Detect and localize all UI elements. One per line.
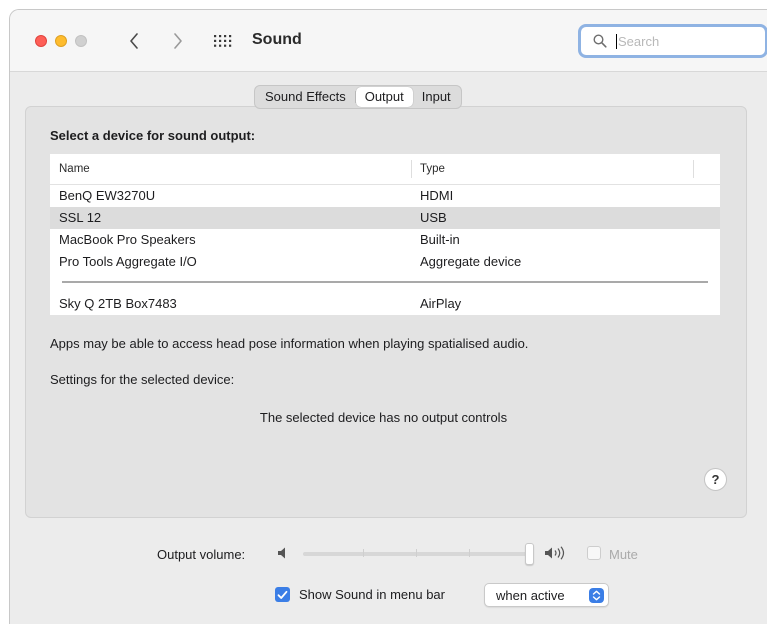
minimize-window-button[interactable] — [55, 35, 67, 47]
show-in-menu-bar-checkbox[interactable] — [275, 587, 290, 602]
checkmark-icon — [277, 590, 288, 599]
tab-sound-effects[interactable]: Sound Effects — [256, 87, 355, 107]
table-row-selected[interactable]: SSL 12 USB — [50, 207, 720, 229]
tab-output[interactable]: Output — [355, 87, 413, 107]
popup-value: when active — [496, 588, 565, 603]
forward-button[interactable] — [166, 27, 190, 55]
back-button[interactable] — [122, 27, 146, 55]
search-input[interactable] — [618, 31, 758, 51]
output-volume-label: Output volume: — [157, 547, 246, 562]
table-row[interactable]: MacBook Pro Speakers Built-in — [50, 229, 720, 251]
device-settings-label: Settings for the selected device: — [50, 372, 235, 387]
column-divider — [411, 160, 412, 178]
show-all-button[interactable] — [211, 30, 235, 52]
grid-icon — [214, 35, 232, 47]
device-type: Aggregate device — [420, 254, 522, 269]
text-caret — [616, 34, 617, 49]
slider-tick — [469, 549, 470, 557]
table-row[interactable]: BenQ EW3270U HDMI — [50, 185, 720, 207]
window-title: Sound — [252, 31, 302, 48]
airplay-separator — [50, 273, 720, 293]
menu-bar-visibility-popup[interactable]: when active — [484, 583, 609, 607]
table-row[interactable]: Pro Tools Aggregate I/O Aggregate device — [50, 251, 720, 273]
device-name: BenQ EW3270U — [59, 188, 156, 203]
device-name: MacBook Pro Speakers — [59, 232, 196, 247]
tab-input[interactable]: Input — [413, 87, 460, 107]
toolbar: Sound — [10, 10, 767, 72]
device-name: Sky Q 2TB Box7483 — [59, 296, 177, 311]
slider-tick — [416, 549, 417, 557]
table-header: Name Type — [50, 154, 720, 185]
column-header-type[interactable]: Type — [420, 163, 445, 175]
device-type: AirPlay — [420, 296, 462, 311]
no-output-controls-message: The selected device has no output contro… — [259, 410, 508, 425]
device-list-heading: Select a device for sound output: — [50, 128, 256, 143]
mute-label: Mute — [609, 547, 638, 562]
device-type: HDMI — [420, 188, 454, 203]
spatial-audio-note: Apps may be able to access head pose inf… — [50, 336, 529, 351]
tab-bar: Sound Effects Output Input — [254, 85, 462, 109]
volume-slider-knob[interactable] — [525, 543, 534, 565]
show-in-menu-bar-label: Show Sound in menu bar — [299, 587, 445, 602]
zoom-window-button — [75, 35, 87, 47]
device-type: USB — [420, 210, 447, 225]
magnifier-icon — [593, 34, 607, 48]
output-device-table[interactable]: Name Type BenQ EW3270U HDMI SSL 12 USB M… — [50, 154, 720, 315]
table-row[interactable]: Sky Q 2TB Box7483 AirPlay — [50, 293, 720, 315]
chevron-left-icon — [130, 33, 138, 49]
mute-checkbox[interactable] — [587, 546, 601, 560]
slider-tick — [363, 549, 364, 557]
speaker-low-icon — [278, 547, 285, 559]
help-button[interactable]: ? — [704, 468, 727, 491]
popup-arrows-icon — [589, 588, 604, 603]
speaker-high-icon — [545, 546, 565, 560]
column-divider — [693, 160, 694, 178]
device-name: SSL 12 — [59, 210, 102, 225]
close-window-button[interactable] — [35, 35, 47, 47]
device-type: Built-in — [420, 232, 460, 247]
chevron-right-icon — [174, 33, 182, 49]
device-name: Pro Tools Aggregate I/O — [59, 254, 197, 269]
column-header-name[interactable]: Name — [59, 163, 90, 175]
search-field[interactable] — [578, 24, 767, 58]
